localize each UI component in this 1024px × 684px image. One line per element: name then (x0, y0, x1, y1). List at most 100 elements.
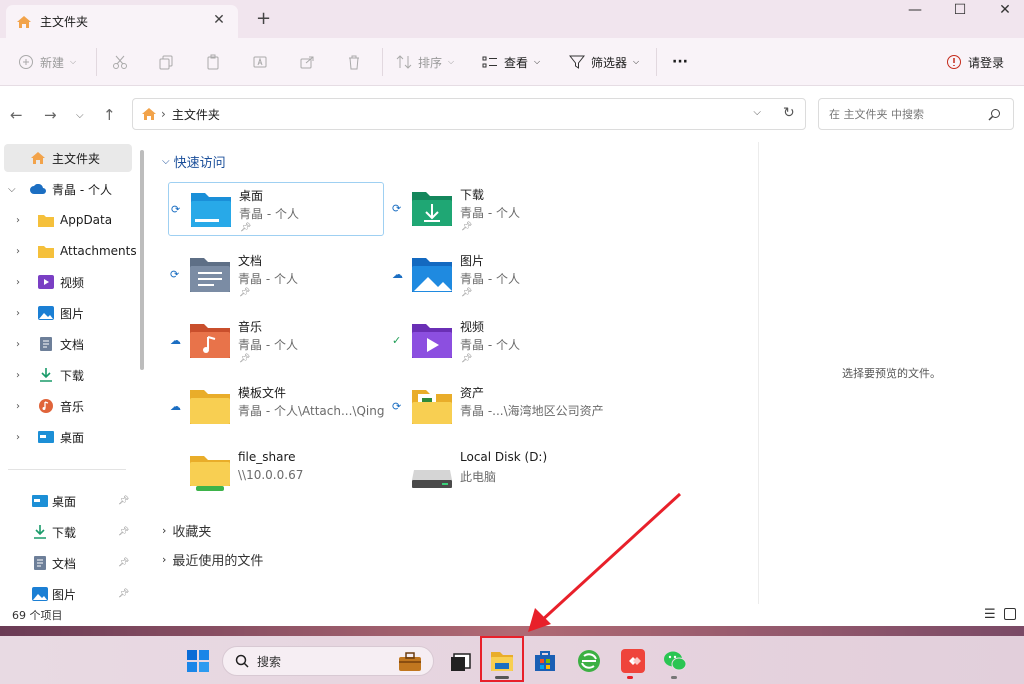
folder-card-templates[interactable]: ☁︎ 模板文件 青晶 - 个人\Attach...\Qing (168, 380, 384, 434)
drive-card-local-disk[interactable]: Local Disk (D:) 此电脑 (390, 446, 606, 500)
music-folder-icon (190, 324, 230, 358)
delete-button[interactable] (346, 50, 362, 74)
sidebar-pinned-documents[interactable]: 文档 📌︎ (0, 549, 136, 577)
divider (656, 48, 657, 76)
chevron-down-icon: ⌵ (70, 57, 77, 66)
sync-icon: ⟳ (392, 202, 402, 215)
folder-card-pictures[interactable]: ☁︎ 图片 青晶 - 个人 📌︎ (390, 248, 606, 302)
sidebar-pinned-desktop[interactable]: 桌面 📌︎ (0, 487, 136, 515)
card-name: file_share (238, 450, 296, 464)
cut-button[interactable] (112, 50, 128, 74)
folder-icon (190, 390, 230, 424)
tiles-view-icon[interactable] (1004, 608, 1016, 620)
close-window-button[interactable]: ✕ (990, 2, 1020, 18)
folder-card-assets[interactable]: ⟳ 资产 青晶 -...\海湾地区公司资产 (390, 380, 606, 434)
minimize-button[interactable]: — (900, 2, 930, 18)
maximize-button[interactable]: ☐ (945, 2, 975, 18)
sidebar-item-label: Attachments (60, 244, 137, 258)
browser-icon[interactable] (576, 648, 602, 674)
documents-icon (40, 337, 52, 351)
breadcrumb[interactable]: 主文件夹 (172, 106, 220, 123)
new-tab-button[interactable]: + (256, 8, 271, 29)
divider (8, 469, 126, 470)
sidebar-item-label: AppData (60, 213, 113, 227)
recent-files-header[interactable]: › 最近使用的文件 (162, 550, 263, 569)
forward-arrow-icon[interactable]: → (44, 106, 57, 124)
sidebar-item-onedrive[interactable]: ⌵ 青晶 - 个人 (0, 175, 136, 203)
up-arrow-icon[interactable]: ↑ (103, 106, 116, 124)
search-placeholder: 在 主文件夹 中搜索 (829, 108, 924, 121)
folder-icon (38, 246, 54, 258)
folder-card-desktop[interactable]: ⟳ 桌面 青晶 - 个人 📌︎ (168, 182, 384, 236)
pictures-folder-icon (412, 258, 452, 292)
favorites-header[interactable]: › 收藏夹 (162, 521, 211, 540)
pin-icon: 📌︎ (118, 496, 130, 506)
sidebar-item-documents[interactable]: › 文档 (0, 330, 136, 358)
card-subtitle: 此电脑 (460, 470, 497, 484)
address-dropdown-icon[interactable]: ⌵ (753, 107, 761, 118)
cloud-icon: ☁︎ (392, 268, 403, 281)
card-subtitle: 青晶 - 个人 (460, 206, 520, 220)
search-input[interactable]: 在 主文件夹 中搜索 (818, 98, 1014, 130)
filter-button[interactable]: 筛选器 ⌵ (569, 50, 639, 74)
breadcrumb-chevron-icon: › (161, 107, 166, 121)
details-view-icon[interactable]: ☰ (984, 607, 996, 622)
new-button[interactable]: 新建 ⌵ (18, 50, 76, 74)
address-bar-row: ← → ⌵ ↑ › 主文件夹 ⌵ ↻ 在 主文件夹 中搜索 (0, 86, 1024, 142)
copy-button[interactable] (158, 50, 174, 74)
sidebar-item-home[interactable]: 主文件夹 (4, 144, 132, 172)
sidebar-pinned-downloads[interactable]: 下载 📌︎ (0, 518, 136, 546)
sort-button[interactable]: 排序 ⌵ (396, 50, 454, 74)
view-button[interactable]: 查看 ⌵ (482, 50, 540, 74)
login-button[interactable]: 请登录 (946, 50, 1004, 74)
folder-card-videos[interactable]: ✓ 视频 青晶 - 个人 📌︎ (390, 314, 606, 368)
folder-card-file-share[interactable]: file_share \\10.0.0.67 (168, 446, 384, 500)
refresh-icon[interactable]: ↻ (783, 105, 795, 121)
paste-button[interactable] (205, 50, 221, 74)
start-windows-icon[interactable] (185, 648, 211, 674)
address-bar[interactable]: › 主文件夹 ⌵ ↻ (132, 98, 806, 130)
cloud-icon: ☁︎ (170, 334, 181, 347)
card-name: 桌面 (239, 189, 264, 203)
folder-card-documents[interactable]: ⟳ 文档 青晶 - 个人 📌︎ (168, 248, 384, 302)
folder-card-music[interactable]: ☁︎ 音乐 青晶 - 个人 📌︎ (168, 314, 384, 368)
section-title: 快速访问 (173, 156, 226, 171)
rename-icon (253, 56, 267, 68)
sidebar-item-music[interactable]: › 音乐 (0, 392, 136, 420)
sidebar-scrollbar[interactable] (140, 150, 144, 370)
microsoft-store-icon[interactable] (532, 648, 558, 674)
anydesk-icon[interactable] (620, 648, 646, 674)
rename-button[interactable] (252, 50, 268, 74)
pictures-icon (38, 306, 54, 320)
task-view-icon[interactable] (448, 648, 474, 674)
taskbar-search[interactable]: 搜索 (222, 646, 434, 676)
more-options-button[interactable]: ··· (672, 50, 688, 74)
pin-icon: 📌︎ (118, 558, 130, 568)
folder-card-downloads[interactable]: ⟳ 下载 青晶 - 个人 📌︎ (390, 182, 606, 236)
back-arrow-icon[interactable]: ← (10, 106, 23, 124)
sidebar-item-appdata[interactable]: › AppData (0, 206, 136, 234)
alert-circle-icon (947, 55, 961, 69)
sidebar-item-downloads[interactable]: › 下载 (0, 361, 136, 389)
tab-home[interactable]: 主文件夹 ✕ (6, 5, 238, 38)
copy-icon (159, 55, 173, 70)
view-label: 查看 (504, 55, 529, 70)
quick-access-header[interactable]: ⌵ 快速访问 (162, 152, 226, 171)
wechat-icon[interactable] (662, 648, 688, 674)
sidebar-item-pictures[interactable]: › 图片 (0, 299, 136, 327)
chevron-down-icon: ⌵ (162, 156, 170, 167)
chevron-right-icon: › (16, 369, 20, 381)
card-name: 资产 (460, 386, 485, 400)
tab-close-button[interactable]: ✕ (210, 12, 228, 28)
sidebar-item-videos[interactable]: › 视频 (0, 268, 136, 296)
trash-icon (349, 55, 359, 70)
sidebar-item-desktop[interactable]: › 桌面 (0, 423, 136, 451)
chevron-right-icon: › (162, 524, 167, 537)
share-button[interactable] (299, 50, 315, 74)
sidebar-item-attachments[interactable]: › Attachments (0, 237, 137, 265)
card-subtitle: \\10.0.0.67 (238, 468, 304, 482)
downloads-folder-icon (412, 192, 452, 226)
hard-drive-icon (412, 470, 452, 488)
recent-locations-icon[interactable]: ⌵ (76, 110, 84, 121)
card-name: 音乐 (238, 320, 263, 334)
